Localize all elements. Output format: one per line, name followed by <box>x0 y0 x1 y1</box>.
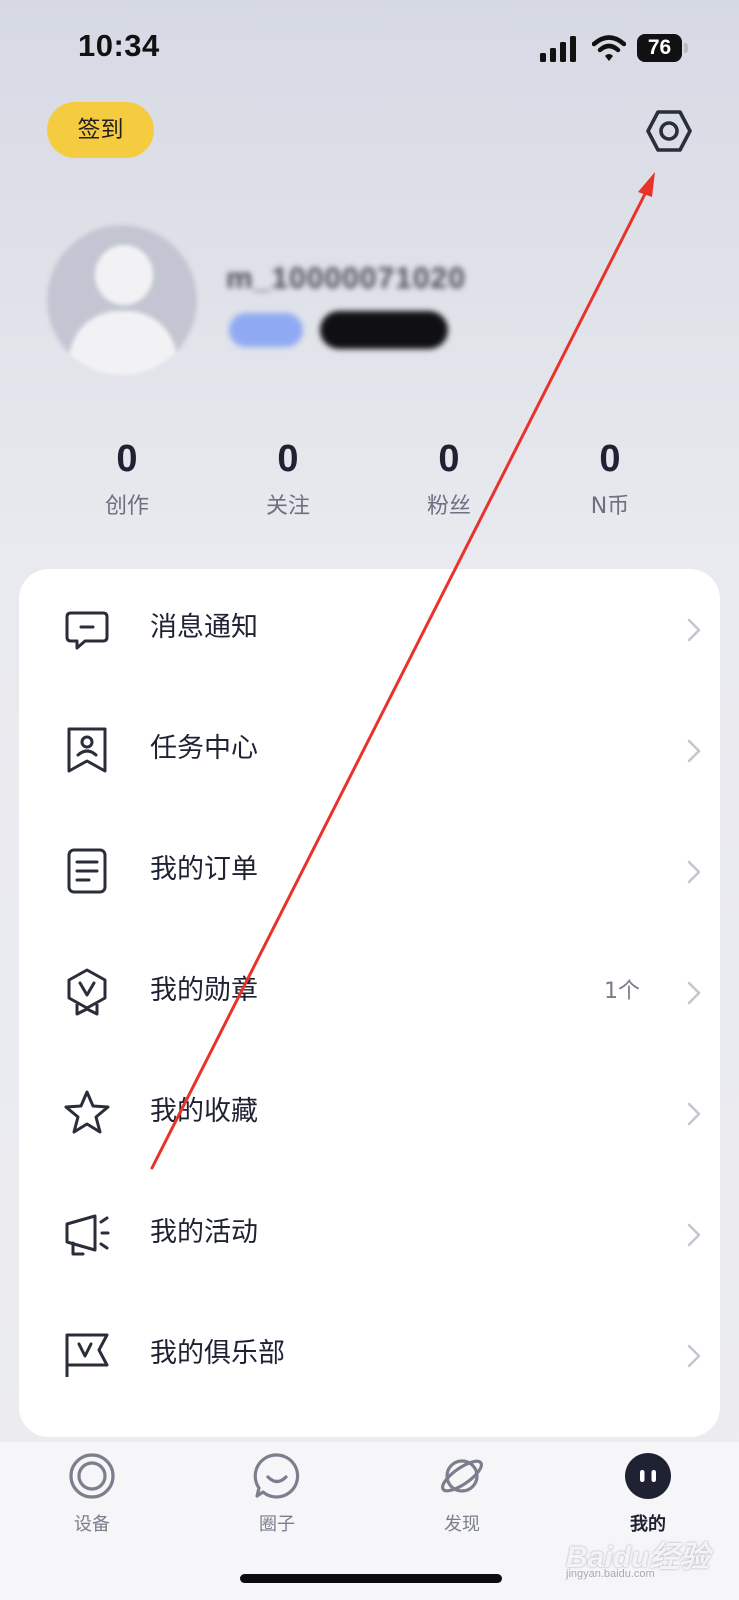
username[interactable]: m_10000071020 <box>226 262 466 296</box>
stat-value: 0 <box>438 438 460 480</box>
home-indicator[interactable] <box>240 1574 502 1583</box>
menu-item-favorites[interactable]: 我的收藏 <box>19 1053 720 1174</box>
chevron-right-icon <box>687 981 701 1005</box>
medal-count: 1个 <box>604 979 640 1004</box>
menu-card: 消息通知 任务中心 我的订单 我的勋章 1个 我的收藏 我的活动 我的俱乐部 <box>19 569 720 1437</box>
tab-discover[interactable]: 发现 <box>402 1452 522 1552</box>
menu-item-tasks[interactable]: 任务中心 <box>19 690 720 811</box>
status-time: 10:34 <box>78 28 160 63</box>
stat-value: 0 <box>277 438 299 480</box>
stat-label: 粉丝 <box>426 494 471 519</box>
tab-device[interactable]: 设备 <box>32 1452 152 1552</box>
tab-circle[interactable]: 圈子 <box>217 1452 337 1552</box>
battery-level: 76 <box>637 34 682 62</box>
tag-badge <box>320 311 448 349</box>
chevron-right-icon <box>687 739 701 763</box>
level-badge <box>229 313 303 347</box>
device-ring-icon <box>69 1453 115 1499</box>
watermark-url: jingyan.baidu.com <box>566 1568 655 1580</box>
menu-item-activities[interactable]: 我的活动 <box>19 1174 720 1295</box>
menu-label: 我的收藏 <box>150 1096 258 1127</box>
stat-label: 创作 <box>104 494 149 519</box>
stat-value: 0 <box>599 438 621 480</box>
battery-icon: 76 <box>637 34 689 62</box>
menu-item-medals[interactable]: 我的勋章 1个 <box>19 932 720 1053</box>
menu-label: 我的活动 <box>150 1217 258 1248</box>
avatar[interactable] <box>47 225 197 375</box>
stat-creations[interactable]: 0 创作 <box>57 438 197 520</box>
menu-label: 消息通知 <box>150 612 258 643</box>
checkin-button[interactable]: 签到 <box>47 102 154 158</box>
chevron-right-icon <box>687 1102 701 1126</box>
stat-ncoins[interactable]: 0 N币 <box>540 438 680 520</box>
circle-chat-icon <box>253 1453 300 1499</box>
stat-label: N币 <box>590 494 630 519</box>
stat-following[interactable]: 0 关注 <box>218 438 358 520</box>
profile-face-icon <box>625 1453 671 1499</box>
megaphone-icon <box>65 1214 110 1256</box>
menu-label: 任务中心 <box>150 733 258 764</box>
avatar-head <box>95 245 153 305</box>
tab-label: 设备 <box>74 1514 110 1535</box>
avatar-body <box>69 311 177 375</box>
wifi-icon <box>592 35 626 61</box>
order-document-icon <box>67 848 107 894</box>
menu-item-orders[interactable]: 我的订单 <box>19 811 720 932</box>
planet-icon <box>441 1459 483 1493</box>
tab-label: 发现 <box>444 1514 480 1535</box>
club-flag-icon <box>65 1333 109 1377</box>
menu-label: 我的勋章 <box>150 975 258 1006</box>
signal-icon <box>540 36 576 62</box>
chevron-right-icon <box>687 1223 701 1247</box>
stat-label: 关注 <box>265 494 310 519</box>
star-icon <box>64 1090 110 1134</box>
chevron-right-icon <box>687 618 701 642</box>
menu-label: 我的俱乐部 <box>150 1338 285 1369</box>
menu-item-messages[interactable]: 消息通知 <box>19 569 720 690</box>
stat-fans[interactable]: 0 粉丝 <box>379 438 519 520</box>
tab-label: 圈子 <box>259 1514 295 1535</box>
stat-value: 0 <box>116 438 138 480</box>
status-bar: 10:34 76 <box>0 0 739 100</box>
chevron-right-icon <box>687 860 701 884</box>
menu-item-clubs[interactable]: 我的俱乐部 <box>19 1295 720 1416</box>
medal-icon <box>67 968 107 1016</box>
battery-cap <box>684 43 688 53</box>
menu-label: 我的订单 <box>150 854 258 885</box>
message-icon <box>65 611 109 650</box>
task-badge-icon <box>67 727 107 773</box>
chevron-right-icon <box>687 1344 701 1368</box>
settings-hexagon-icon[interactable] <box>645 107 693 155</box>
